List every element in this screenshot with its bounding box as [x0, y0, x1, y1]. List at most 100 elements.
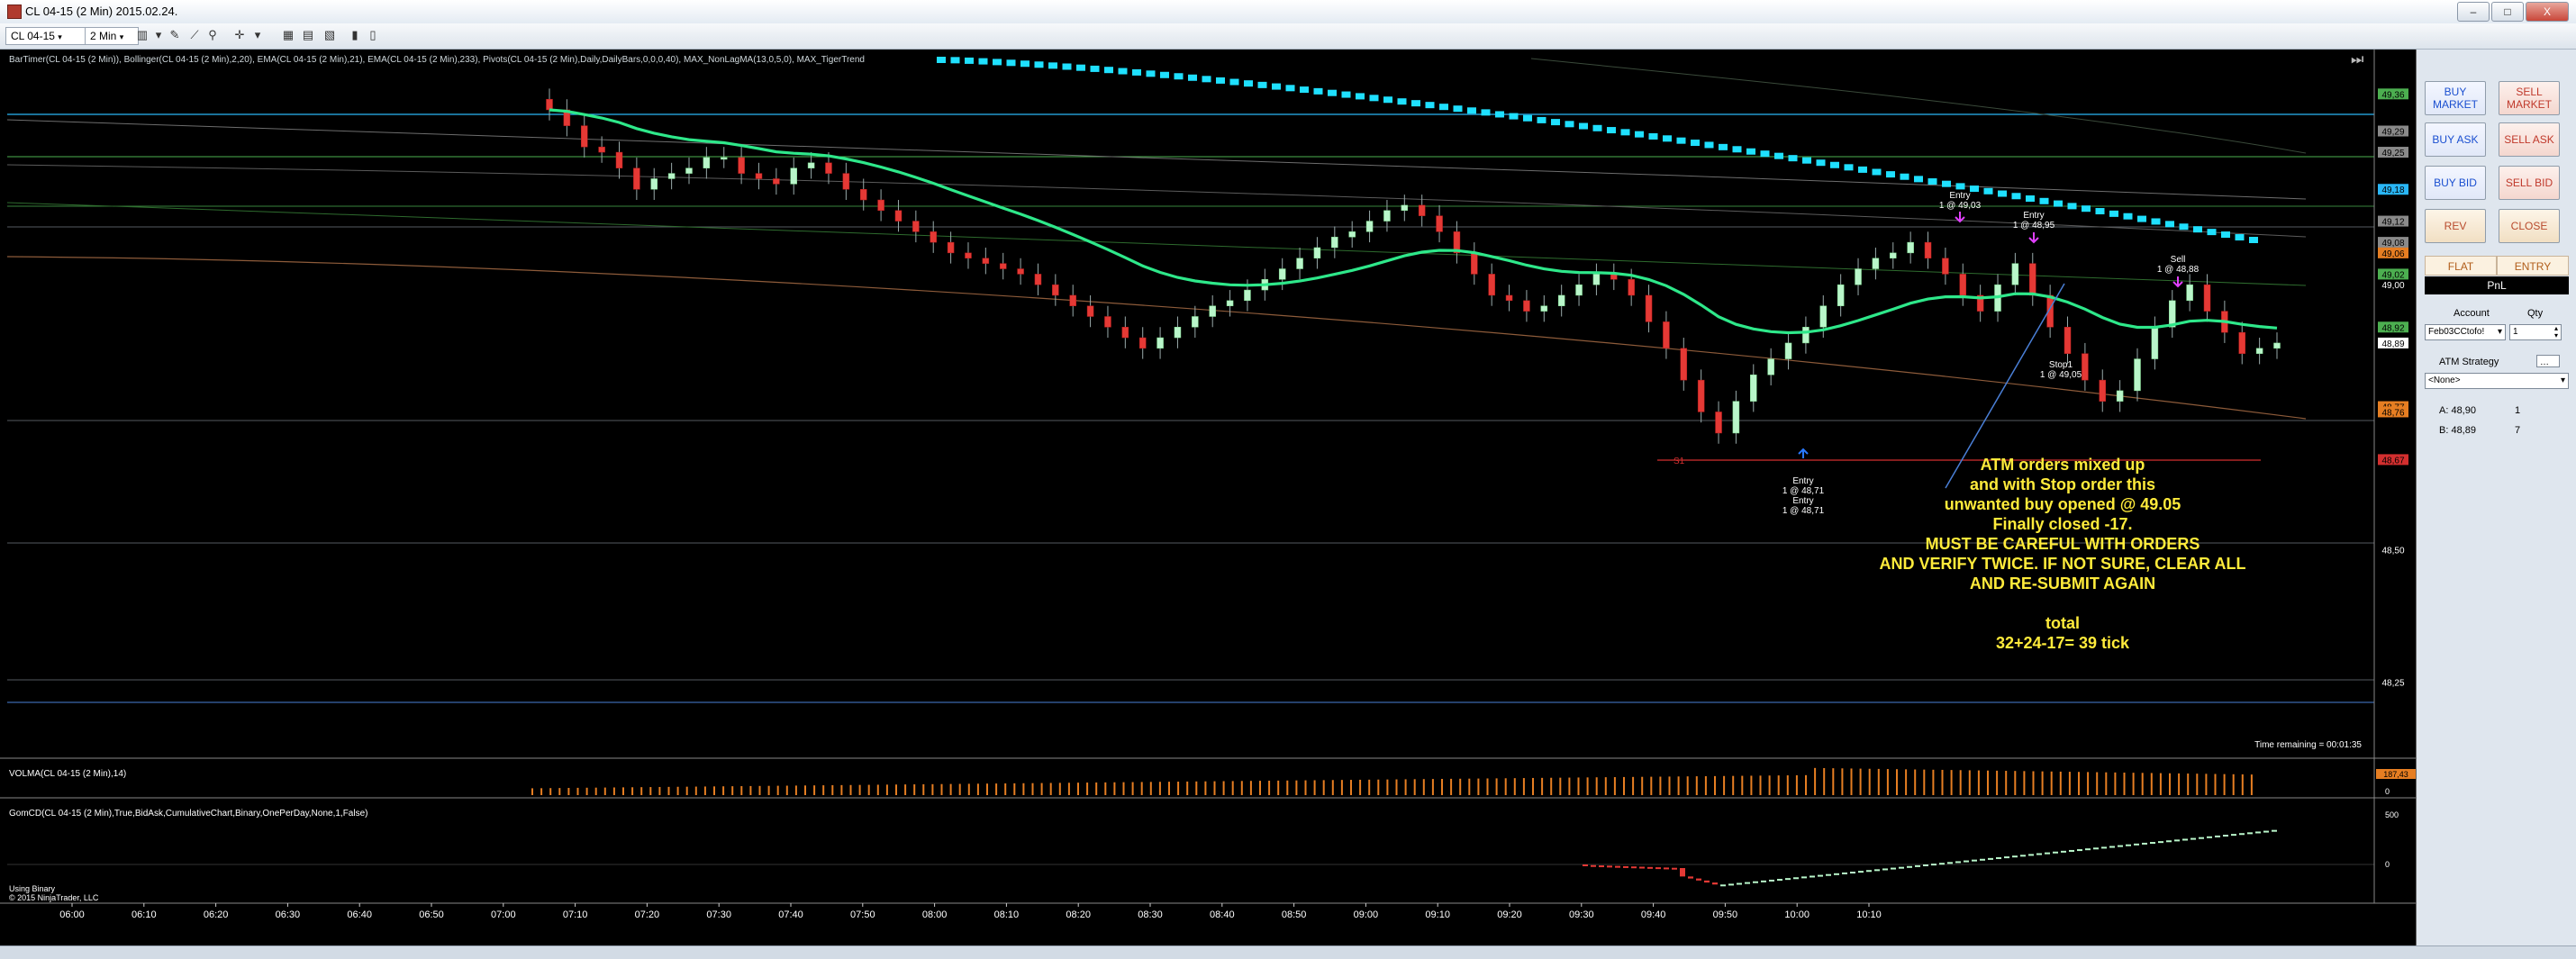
- stepper-arrows-icon[interactable]: ▴ ▾: [2554, 325, 2558, 339]
- tiger-dot: [1676, 137, 1686, 144]
- tiger-dot: [1746, 148, 1755, 155]
- minimize-button[interactable]: –: [2457, 2, 2490, 22]
- chevron-down-icon[interactable]: ▾: [250, 28, 265, 42]
- strategies-icon[interactable]: ▮: [348, 28, 362, 42]
- volume-bar: [1504, 778, 1507, 795]
- volume-bar: [1031, 783, 1034, 795]
- tiger-dot: [993, 59, 1002, 66]
- chevron-down-icon[interactable]: ▾: [151, 28, 166, 42]
- tiger-dot: [2165, 221, 2174, 228]
- close-window-button[interactable]: X: [2526, 2, 2569, 22]
- volume-bar: [1486, 778, 1489, 795]
- crosshair-icon[interactable]: ✛: [232, 28, 247, 42]
- volume-bar: [1386, 779, 1389, 795]
- chevron-down-icon: ▾: [58, 32, 62, 41]
- volume-bar: [1604, 777, 1607, 795]
- buy-ask-button[interactable]: BUY ASK: [2425, 122, 2486, 157]
- magnifier-icon[interactable]: ⚲: [205, 28, 220, 42]
- candle-down: [1471, 252, 1478, 275]
- volume-bar: [2214, 774, 2217, 795]
- properties-icon[interactable]: ▤: [301, 28, 315, 42]
- volume-bar: [1104, 782, 1107, 795]
- tiger-dot: [1104, 67, 1113, 74]
- volume-bar: [1814, 767, 1817, 795]
- window-title-bar: CL 04-15 (2 Min) 2015.02.24. – □ X: [0, 0, 2576, 24]
- tiger-dot: [1998, 190, 2007, 197]
- volume-bar: [640, 787, 643, 795]
- templates-icon[interactable]: ▯: [366, 28, 380, 42]
- sell-ask-button[interactable]: SELL ASK: [2499, 122, 2560, 157]
- atm-strategy-label: ATM Strategy: [2439, 357, 2499, 367]
- time-label: 08:50: [1282, 909, 1307, 920]
- time-label: 08:10: [994, 909, 1020, 920]
- tiger-dot: [1900, 173, 1909, 180]
- chart-canvas[interactable]: S1 BarTimer(CL 04-15 (2 Min)), Bollinger…: [0, 50, 2416, 950]
- tiger-dot: [1551, 119, 1560, 126]
- horizontal-scrollbar[interactable]: [0, 945, 2576, 959]
- candle-down: [1523, 300, 1530, 312]
- gomcd-tick: 0: [2385, 860, 2390, 869]
- volume-bar: [1441, 779, 1443, 795]
- maximize-button[interactable]: □: [2491, 2, 2524, 22]
- instrument-selector[interactable]: CL 04-15 ▾: [5, 27, 92, 45]
- gomcd-up: [1874, 869, 1880, 872]
- tiger-dot: [1872, 168, 1882, 176]
- gomcd-tick: 500: [2385, 810, 2399, 819]
- account-dropdown[interactable]: Feb03CCtofo! ▾: [2425, 324, 2506, 340]
- gomcd-up: [1931, 864, 1937, 866]
- volume-bar: [1723, 775, 1726, 795]
- buy-bid-button[interactable]: BUY BID: [2425, 166, 2486, 200]
- candle-up: [2273, 342, 2281, 349]
- atm-strategy-dropdown[interactable]: <None> ▾: [2425, 373, 2569, 389]
- volume-bar: [2023, 771, 2026, 795]
- tiger-dot: [1160, 71, 1169, 78]
- candle-up: [1837, 284, 1845, 306]
- tiger-dot: [2151, 218, 2161, 225]
- atm-options-button[interactable]: …: [2536, 355, 2560, 367]
- gomcd-up: [2174, 839, 2180, 842]
- window-controls: – □ X: [2457, 2, 2569, 22]
- indicators-icon[interactable]: ▧: [322, 28, 337, 42]
- tiger-dot: [1118, 68, 1128, 75]
- tiger-dot: [2011, 193, 2021, 200]
- buy-market-button[interactable]: BUY MARKET: [2425, 81, 2486, 115]
- volume-bar: [1450, 778, 1453, 795]
- volume-bar: [1058, 783, 1061, 795]
- tiger-dot: [1313, 87, 1323, 95]
- rev-button[interactable]: REV: [2425, 209, 2486, 243]
- volume-bar: [849, 784, 852, 795]
- qty-stepper[interactable]: 1 ▴ ▾: [2509, 324, 2562, 340]
- drawing-tool-icon[interactable]: ⟋: [187, 28, 202, 42]
- interval-selector[interactable]: 2 Min ▾: [85, 27, 139, 45]
- candle-down: [1418, 204, 1426, 216]
- candle-down: [755, 173, 763, 179]
- candle-down: [825, 162, 832, 174]
- pencil-icon[interactable]: ✎: [168, 28, 182, 42]
- close-position-button[interactable]: CLOSE: [2499, 209, 2560, 243]
- gomcd-up: [1923, 864, 1928, 866]
- qty-label: Qty: [2527, 308, 2544, 319]
- volume-bar: [567, 788, 570, 795]
- gomcd-up: [1891, 867, 1896, 870]
- tiger-dot: [1844, 164, 1854, 171]
- candle-up: [1819, 305, 1828, 328]
- candle-down: [2238, 331, 2246, 354]
- scroll-end-icon[interactable]: ⏭: [2351, 52, 2363, 68]
- data-box-icon[interactable]: ▦: [281, 28, 295, 42]
- note-line: AND VERIFY TWICE. IF NOT SURE, CLEAR ALL: [1879, 555, 2245, 573]
- marker-line: 1 @ 48,71: [1782, 506, 1825, 516]
- volume-bar: [1249, 781, 1252, 795]
- volume-bar: [1186, 781, 1189, 795]
- gomcd-up: [2255, 831, 2261, 834]
- bars-icon[interactable]: ▥: [135, 28, 150, 42]
- volume-bar: [558, 788, 561, 795]
- time-label: 06:20: [204, 909, 229, 920]
- tiger-dot: [1328, 89, 1337, 96]
- price-chart[interactable]: S1 BarTimer(CL 04-15 (2 Min)), Bollinger…: [0, 50, 2417, 950]
- tiger-dot: [1802, 157, 1811, 164]
- volume-bar: [731, 786, 734, 795]
- tiger-dot: [1411, 100, 1420, 107]
- volume-bar: [986, 783, 988, 795]
- sell-market-button[interactable]: SELL MARKET: [2499, 81, 2560, 115]
- sell-bid-button[interactable]: SELL BID: [2499, 166, 2560, 200]
